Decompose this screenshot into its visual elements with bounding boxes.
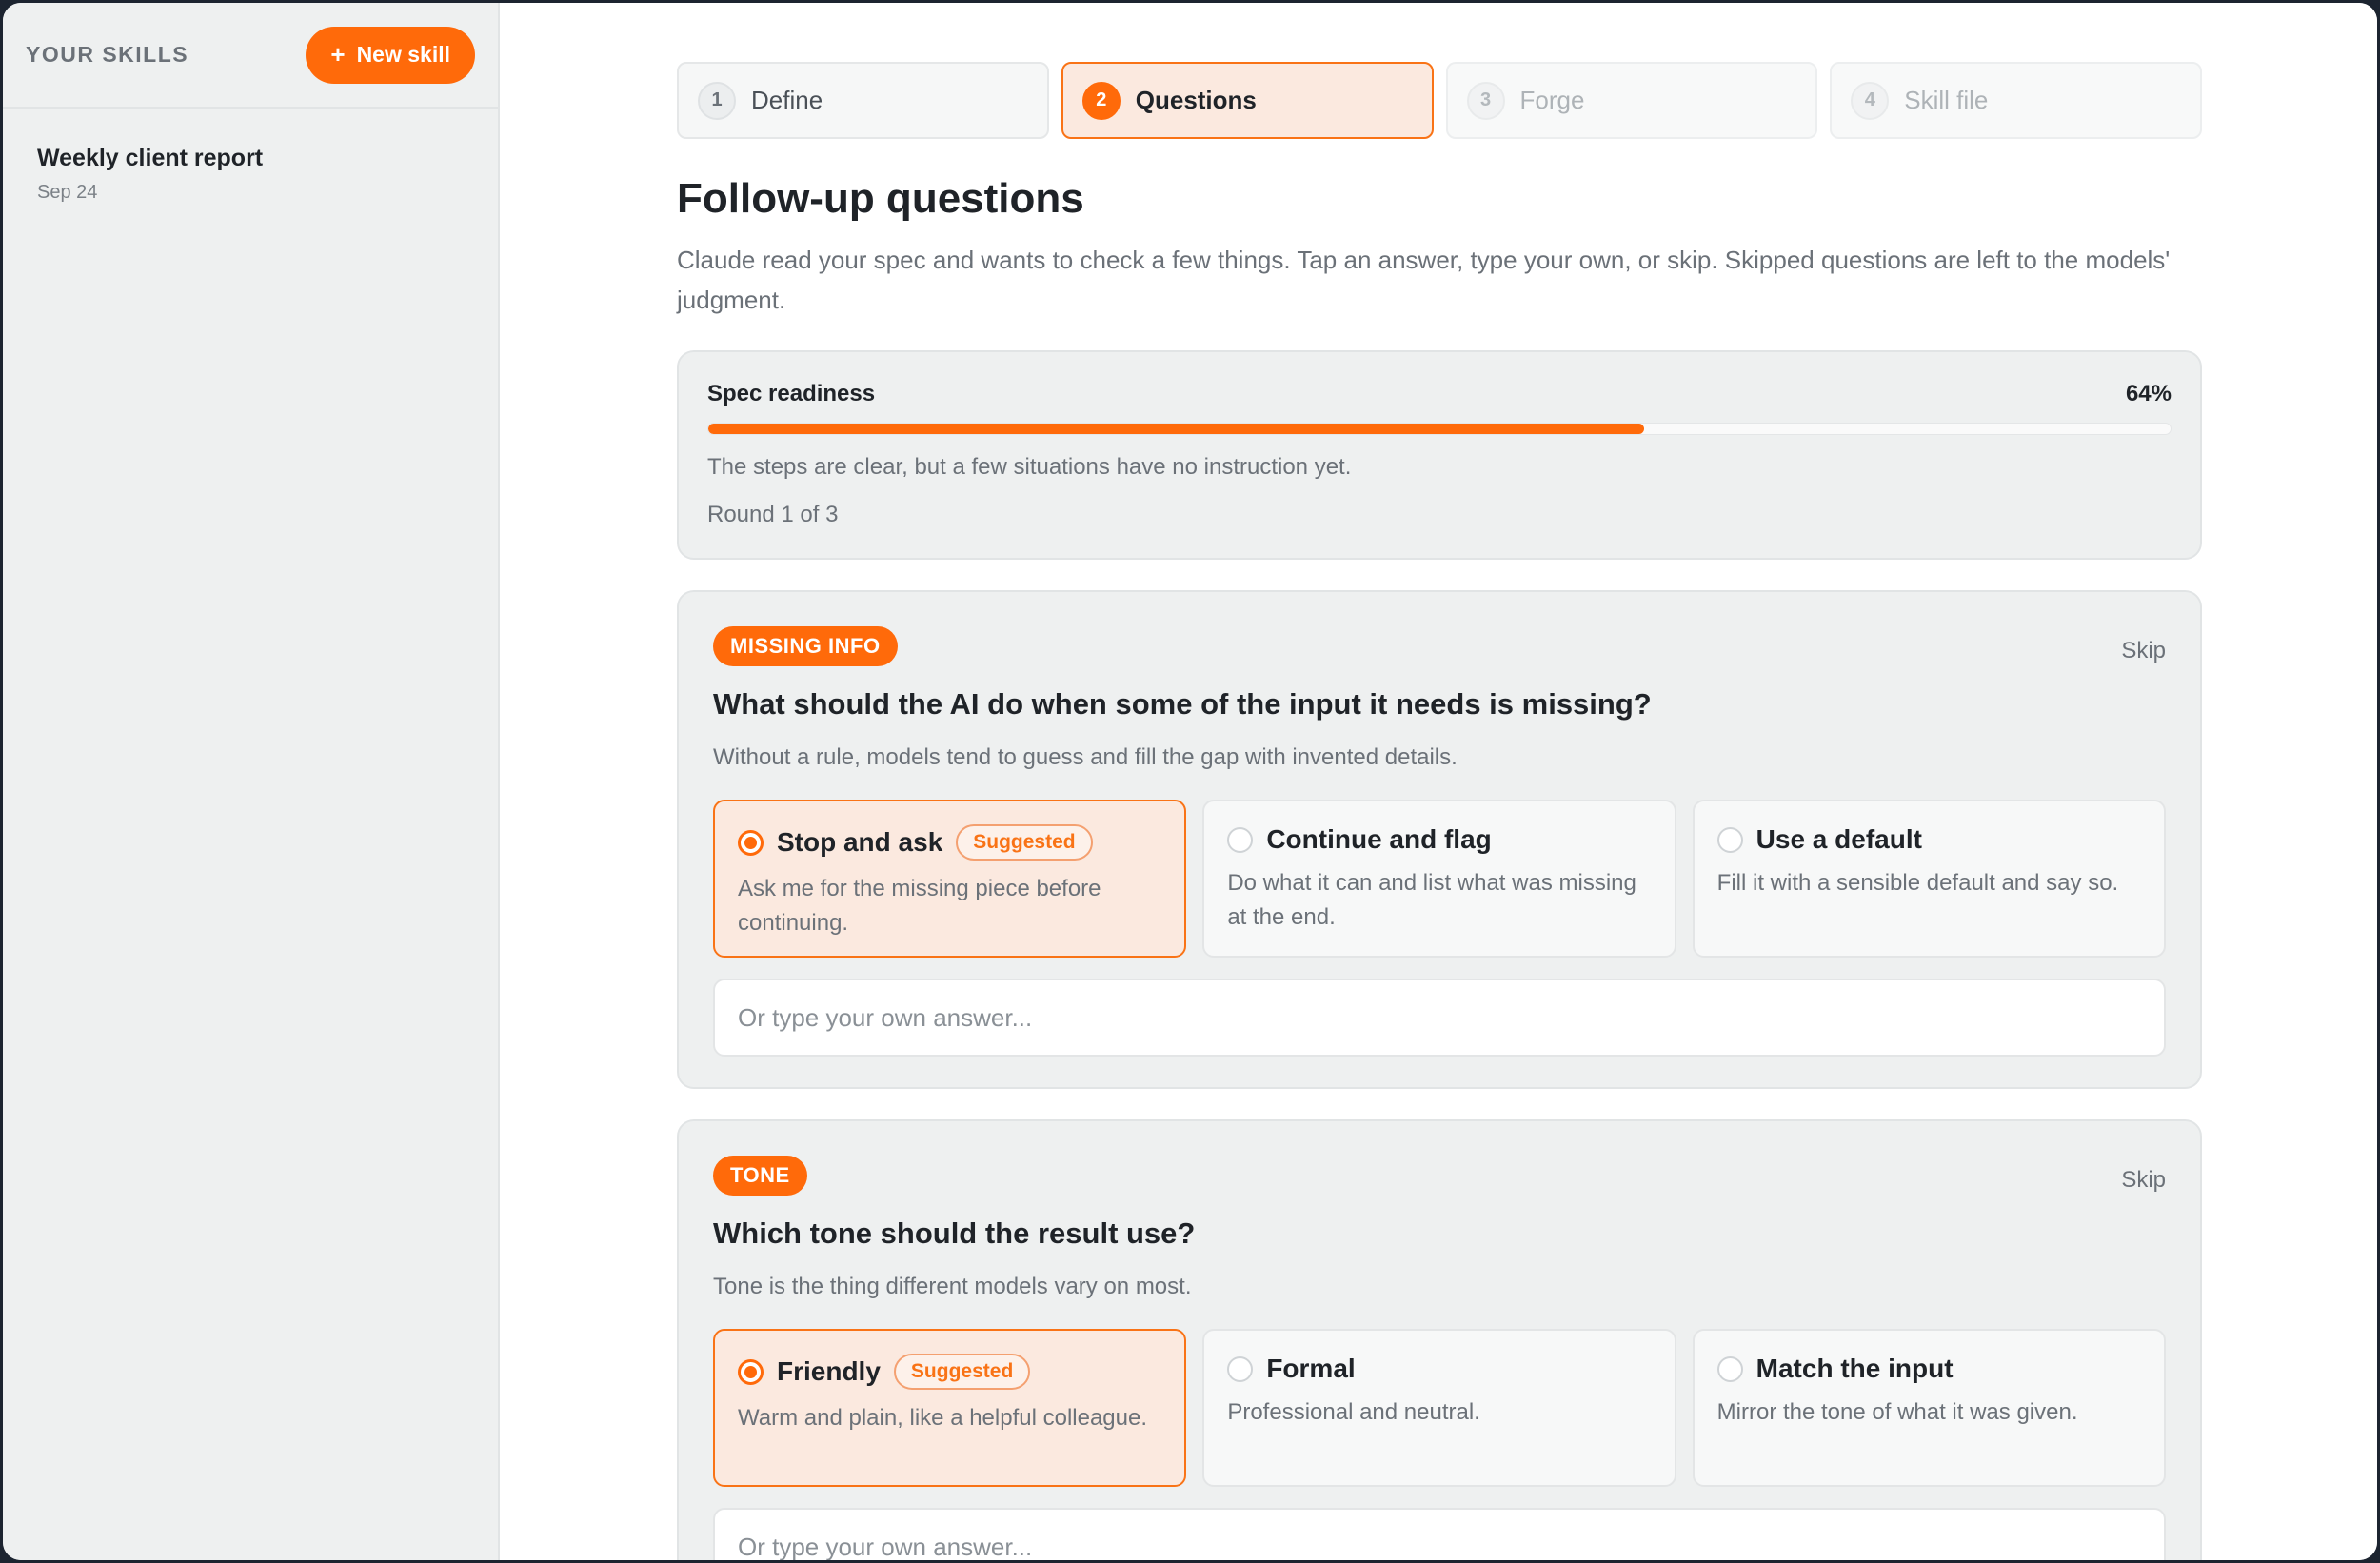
radio-selected-icon[interactable] [738,1358,764,1385]
sidebar-title: YOUR SKILLS [26,42,189,67]
spec-readiness-card: Spec readiness 64% The steps are clear, … [677,350,2202,560]
option-stop-and-ask[interactable]: Stop and ask Suggested Ask me for the mi… [713,800,1187,958]
option-title: Use a default [1755,824,1922,854]
readiness-round: Round 1 of 3 [707,502,839,527]
own-answer-input[interactable] [713,1508,2166,1560]
option-title: Stop and ask [777,827,943,857]
option-description: Warm and plain, like a helpful colleague… [738,1405,1148,1431]
own-answer-input[interactable] [713,979,2166,1057]
skip-button[interactable]: Skip [2121,1167,2166,1194]
stepper: 1 Define 2 Questions 3 Forge 4 Skill fil… [677,62,2202,139]
radio-icon[interactable] [1227,826,1254,853]
step-label: Define [751,86,823,114]
question-title: What should the AI do when some of the i… [713,687,1652,721]
radio-icon[interactable] [1716,826,1743,853]
option-match-the-input[interactable]: Match the input Mirror the tone of what … [1692,1329,2166,1487]
page-description: Claude read your spec and wants to check… [677,246,2171,314]
readiness-label: Spec readiness [707,381,876,406]
new-skill-button[interactable]: + New skill [306,26,475,84]
question-card-missing-info: MISSING INFO Skip What should the AI do … [677,590,2202,1089]
suggested-badge: Suggested [893,1354,1031,1390]
app-window: YOUR SKILLS + New skill Weekly client re… [0,0,2380,1563]
radio-icon[interactable] [1227,1355,1254,1382]
sidebar-header: YOUR SKILLS + New skill [3,3,498,109]
option-description: Ask me for the missing piece before cont… [738,876,1101,936]
option-friendly[interactable]: Friendly Suggested Warm and plain, like … [713,1329,1187,1487]
plus-icon: + [330,40,346,69]
option-title: Formal [1266,1354,1356,1383]
step-number: 2 [1081,81,1121,120]
readiness-progress-bar [707,423,2172,435]
option-title: Friendly [777,1356,881,1386]
step-number: 1 [698,81,736,120]
sidebar-item-weekly-client-report[interactable]: Weekly client report Sep 24 [3,109,498,240]
new-skill-label: New skill [356,42,450,67]
option-use-a-default[interactable]: Use a default Fill it with a sensible de… [1692,800,2166,958]
main-panel: 1 Define 2 Questions 3 Forge 4 Skill fil… [500,3,2377,1560]
step-questions[interactable]: 2 Questions [1061,62,1434,139]
page-title: Follow-up questions [677,175,1084,222]
step-label: Questions [1135,86,1257,114]
step-number: 4 [1851,81,1890,120]
radio-icon[interactable] [1716,1355,1743,1382]
step-number: 3 [1466,81,1505,120]
content: 1 Define 2 Questions 3 Forge 4 Skill fil… [677,62,2202,1560]
option-description: Professional and neutral. [1227,1399,1480,1425]
question-card-tone: TONE Skip Which tone should the result u… [677,1119,2202,1560]
skill-item-date: Sep 24 [37,182,98,203]
step-label: Forge [1519,86,1585,114]
radio-selected-icon[interactable] [738,829,764,856]
step-skill-file: 4 Skill file [1830,62,2202,139]
readiness-progress-fill [708,424,1645,434]
option-description: Do what it can and list what was missing… [1227,870,1636,930]
skip-button[interactable]: Skip [2121,638,2166,664]
step-label: Skill file [1904,86,1989,114]
question-tag: MISSING INFO [713,626,898,666]
skill-item-name: Weekly client report [37,145,264,171]
step-define[interactable]: 1 Define [677,62,1049,139]
option-description: Mirror the tone of what it was given. [1716,1399,2078,1425]
option-title: Match the input [1755,1354,1954,1383]
question-tag: TONE [713,1156,807,1196]
option-description: Fill it with a sensible default and say … [1716,870,2119,896]
question-subtitle: Without a rule, models tend to guess and… [713,744,1458,770]
readiness-percent: 64% [2125,381,2172,406]
answer-options: Friendly Suggested Warm and plain, like … [713,1329,2166,1487]
sidebar: YOUR SKILLS + New skill Weekly client re… [3,3,500,1560]
step-forge: 3 Forge [1445,62,1818,139]
suggested-badge: Suggested [956,824,1093,861]
readiness-note: The steps are clear, but a few situation… [707,454,1352,480]
question-subtitle: Tone is the thing different models vary … [713,1274,1192,1299]
question-title: Which tone should the result use? [713,1217,1196,1250]
option-continue-and-flag[interactable]: Continue and flag Do what it can and lis… [1202,800,1676,958]
option-title: Continue and flag [1266,824,1492,854]
answer-options: Stop and ask Suggested Ask me for the mi… [713,800,2166,958]
option-formal[interactable]: Formal Professional and neutral. [1202,1329,1676,1487]
